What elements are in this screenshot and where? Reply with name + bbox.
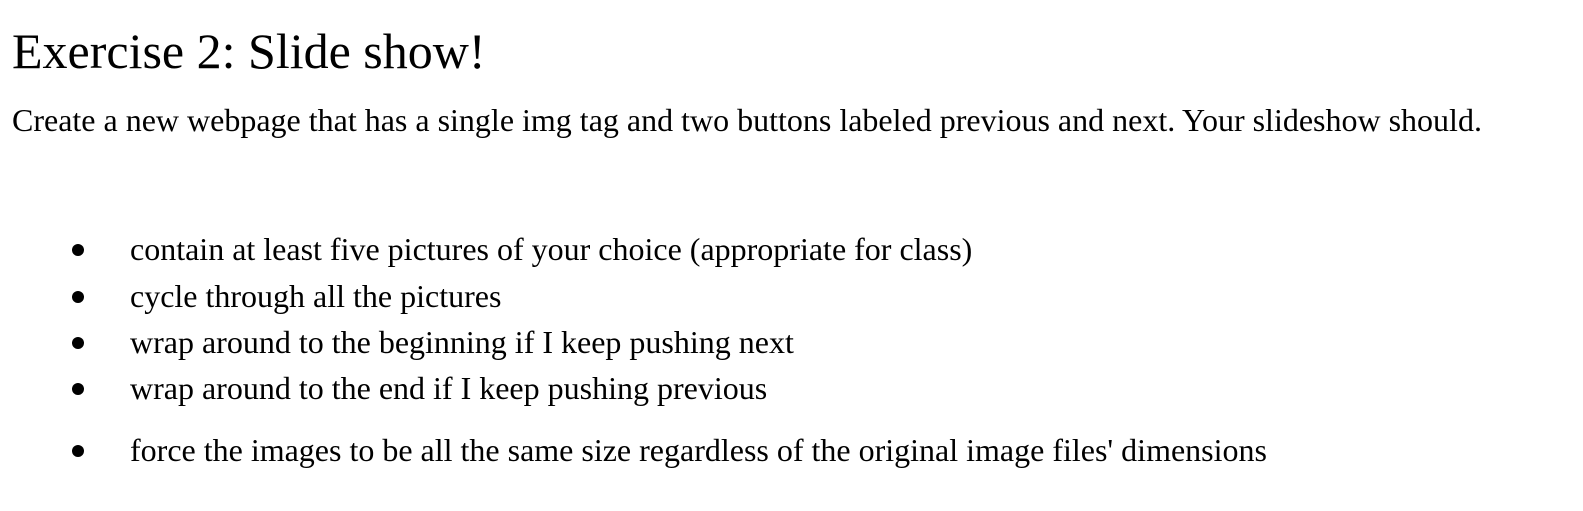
bullet-icon <box>72 383 84 395</box>
requirement-text: cycle through all the pictures <box>130 278 502 314</box>
bullet-icon <box>72 291 84 303</box>
requirement-text: wrap around to the beginning if I keep p… <box>130 324 794 360</box>
exercise-title: Exercise 2: Slide show! <box>12 23 486 79</box>
requirement-text: force the images to be all the same size… <box>130 432 1267 468</box>
bullet-icon <box>72 244 84 256</box>
exercise-intro: Create a new webpage that has a single i… <box>12 102 1482 138</box>
requirement-text: wrap around to the end if I keep pushing… <box>130 370 768 406</box>
bullet-icon <box>72 445 84 457</box>
requirement-text: contain at least five pictures of your c… <box>130 231 973 267</box>
bullet-icon <box>72 337 84 349</box>
